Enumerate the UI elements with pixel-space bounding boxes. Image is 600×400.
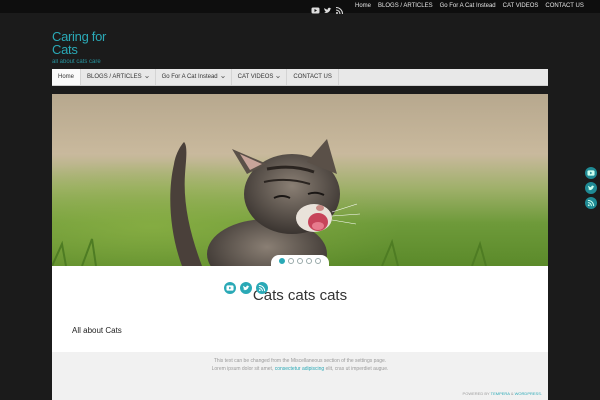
rss-icon[interactable] [585,197,597,209]
slider-dot[interactable] [279,257,285,264]
main-navigation: Home BLOGS / ARTICLES Go For A Cat Inste… [52,69,548,86]
theme-link[interactable]: TEMPERA [491,391,510,396]
top-menu-cat-videos[interactable]: CAT VIDEOS [503,2,539,11]
footer-line-2: Lorem ipsum dolor sit amet, consectetur … [52,366,548,372]
twitter-icon[interactable] [585,182,597,194]
twitter-icon[interactable] [323,2,332,13]
youtube-icon[interactable] [311,2,320,14]
top-menu-blogs[interactable]: BLOGS / ARTICLES [378,2,433,11]
chevron-down-icon [144,75,149,79]
slider-dot[interactable] [288,257,294,264]
rss-icon[interactable] [256,282,268,294]
slider-dot[interactable] [315,257,321,264]
page-heading: Cats cats cats [252,287,348,304]
nav-item-contact[interactable]: CONTACT US [287,69,339,85]
youtube-icon[interactable] [585,167,597,179]
wordpress-link[interactable]: WORDPRESS. [515,391,542,396]
powered-by: POWERED BY TEMPERA & WORDPRESS. [463,391,542,396]
footer-line-2-text-end: elit, cras ut imperdiet augue. [324,366,389,372]
kitten-photo [52,94,548,266]
twitter-icon[interactable] [240,282,252,294]
page-text: All about Cats [72,326,122,335]
slider-pager [271,255,329,266]
chevron-down-icon [220,75,225,79]
footer-line-1: This text can be changed from the Miscel… [213,358,387,364]
side-social-icons [585,167,597,209]
nav-item-cat-videos[interactable]: CAT VIDEOS [232,69,288,85]
top-social-icons [311,2,344,15]
top-menu-contact[interactable]: CONTACT US [545,2,583,11]
nav-item-label: CAT VIDEOS [237,74,274,80]
top-menu: Home BLOGS / ARTICLES Go For A Cat Inste… [355,2,584,11]
nav-item-go-for-a-cat[interactable]: Go For A Cat Instead [156,69,232,85]
nav-item-label: BLOGS / ARTICLES [87,74,142,80]
chevron-down-icon [276,75,281,79]
nav-item-label: Go For A Cat Instead [161,74,218,80]
top-menu-go-for-a-cat[interactable]: Go For A Cat Instead [440,2,496,11]
top-bar: Home BLOGS / ARTICLES Go For A Cat Inste… [0,0,600,15]
footer-line-2-text: Lorem ipsum dolor sit amet, [211,366,275,372]
site-description: all about cats care [52,59,101,65]
footer-link[interactable]: consectetur adipiscing [275,366,324,372]
nav-item-label: CONTACT US [293,74,332,80]
content-area: Cats cats cats All about Cats This text … [52,94,548,400]
nav-item-blogs[interactable]: BLOGS / ARTICLES [81,69,156,85]
top-menu-home[interactable]: Home [355,2,371,11]
footer-social-icons [224,282,268,294]
rss-icon[interactable] [335,2,344,15]
slider-dot[interactable] [306,257,312,264]
site-title[interactable]: Caring for Cats [52,30,122,56]
image-slider[interactable] [52,94,548,266]
slider-dot[interactable] [297,257,303,264]
nav-item-label: Home [58,74,75,80]
youtube-icon[interactable] [224,282,236,294]
powered-by-text: POWERED BY [462,391,491,396]
nav-item-home[interactable]: Home [52,69,82,85]
